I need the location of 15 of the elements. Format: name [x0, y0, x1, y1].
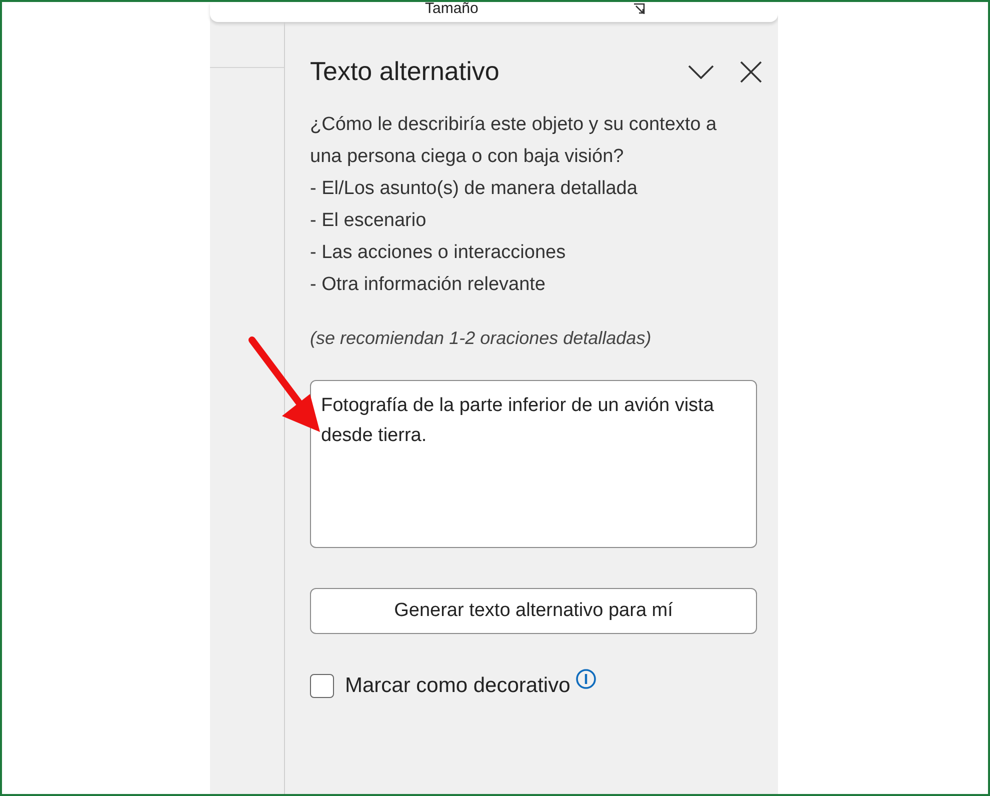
description-text: - El escenario — [310, 209, 428, 233]
hint-text: (se recomiendan 1-2 oraciones detalladas) — [310, 327, 652, 350]
info-icon[interactable] — [575, 668, 598, 690]
dialog-launcher-icon[interactable] — [633, 3, 646, 15]
panel-title: Texto alternativo — [310, 55, 500, 88]
description-text: - El/Los asunto(s) de manera detallada — [310, 177, 638, 201]
close-button[interactable] — [738, 58, 764, 84]
description-text: - Otra información relevante — [310, 273, 546, 297]
alt-text-field[interactable]: Fotografía de la parte inferior de un avión vista desde tierra. — [310, 380, 757, 548]
generate-button[interactable]: Generar texto alternativo para mí — [310, 588, 757, 634]
decorative-label: Marcar como decorativo — [345, 673, 570, 699]
description-text: - Las acciones o interacciones — [310, 241, 567, 265]
decorative-checkbox[interactable] — [310, 674, 334, 698]
size-label: Tamaño — [425, 2, 478, 16]
description-text: ¿Cómo le describiría este objeto y su contexto a una persona ciega o con baja visión? — [310, 113, 718, 169]
